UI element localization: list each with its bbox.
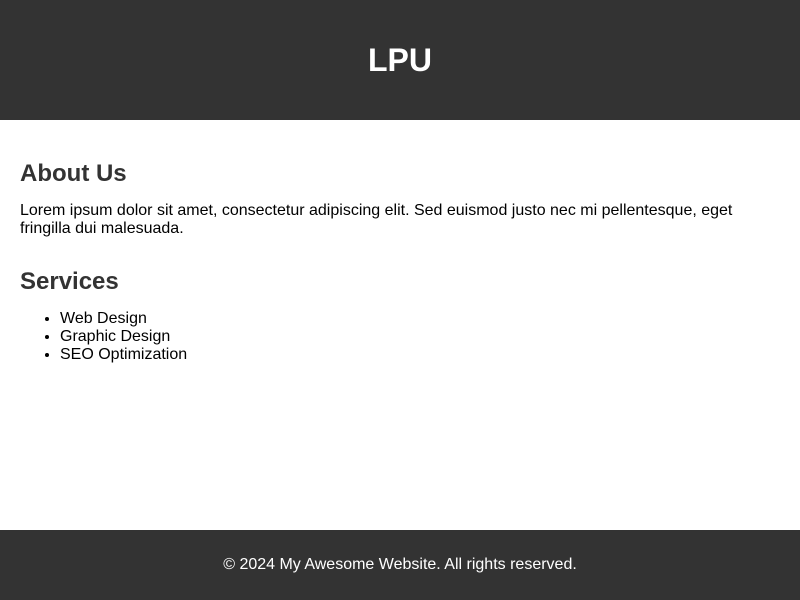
services-heading: Services [20,268,119,295]
about-text: Lorem ipsum dolor sit amet, consectetur … [20,202,733,237]
about-section: About Us Lorem ipsum dolor sit amet, con… [20,120,780,238]
list-item: SEO Optimization [60,346,780,364]
list-item: Graphic Design [60,328,780,346]
site-header: LPU [0,0,800,120]
page: LPU About Us Lorem ipsum dolor sit amet,… [0,0,800,600]
services-list: Web Design Graphic Design SEO Optimizati… [20,310,780,364]
site-footer: © 2024 My Awesome Website. All rights re… [0,530,800,600]
services-section: Services Web Design Graphic Design SEO O… [20,238,780,364]
about-heading: About Us [20,160,127,187]
site-title: LPU [368,42,432,78]
main-content: About Us Lorem ipsum dolor sit amet, con… [0,120,800,364]
footer-copyright: © 2024 My Awesome Website. All rights re… [223,556,577,573]
list-item: Web Design [60,310,780,328]
